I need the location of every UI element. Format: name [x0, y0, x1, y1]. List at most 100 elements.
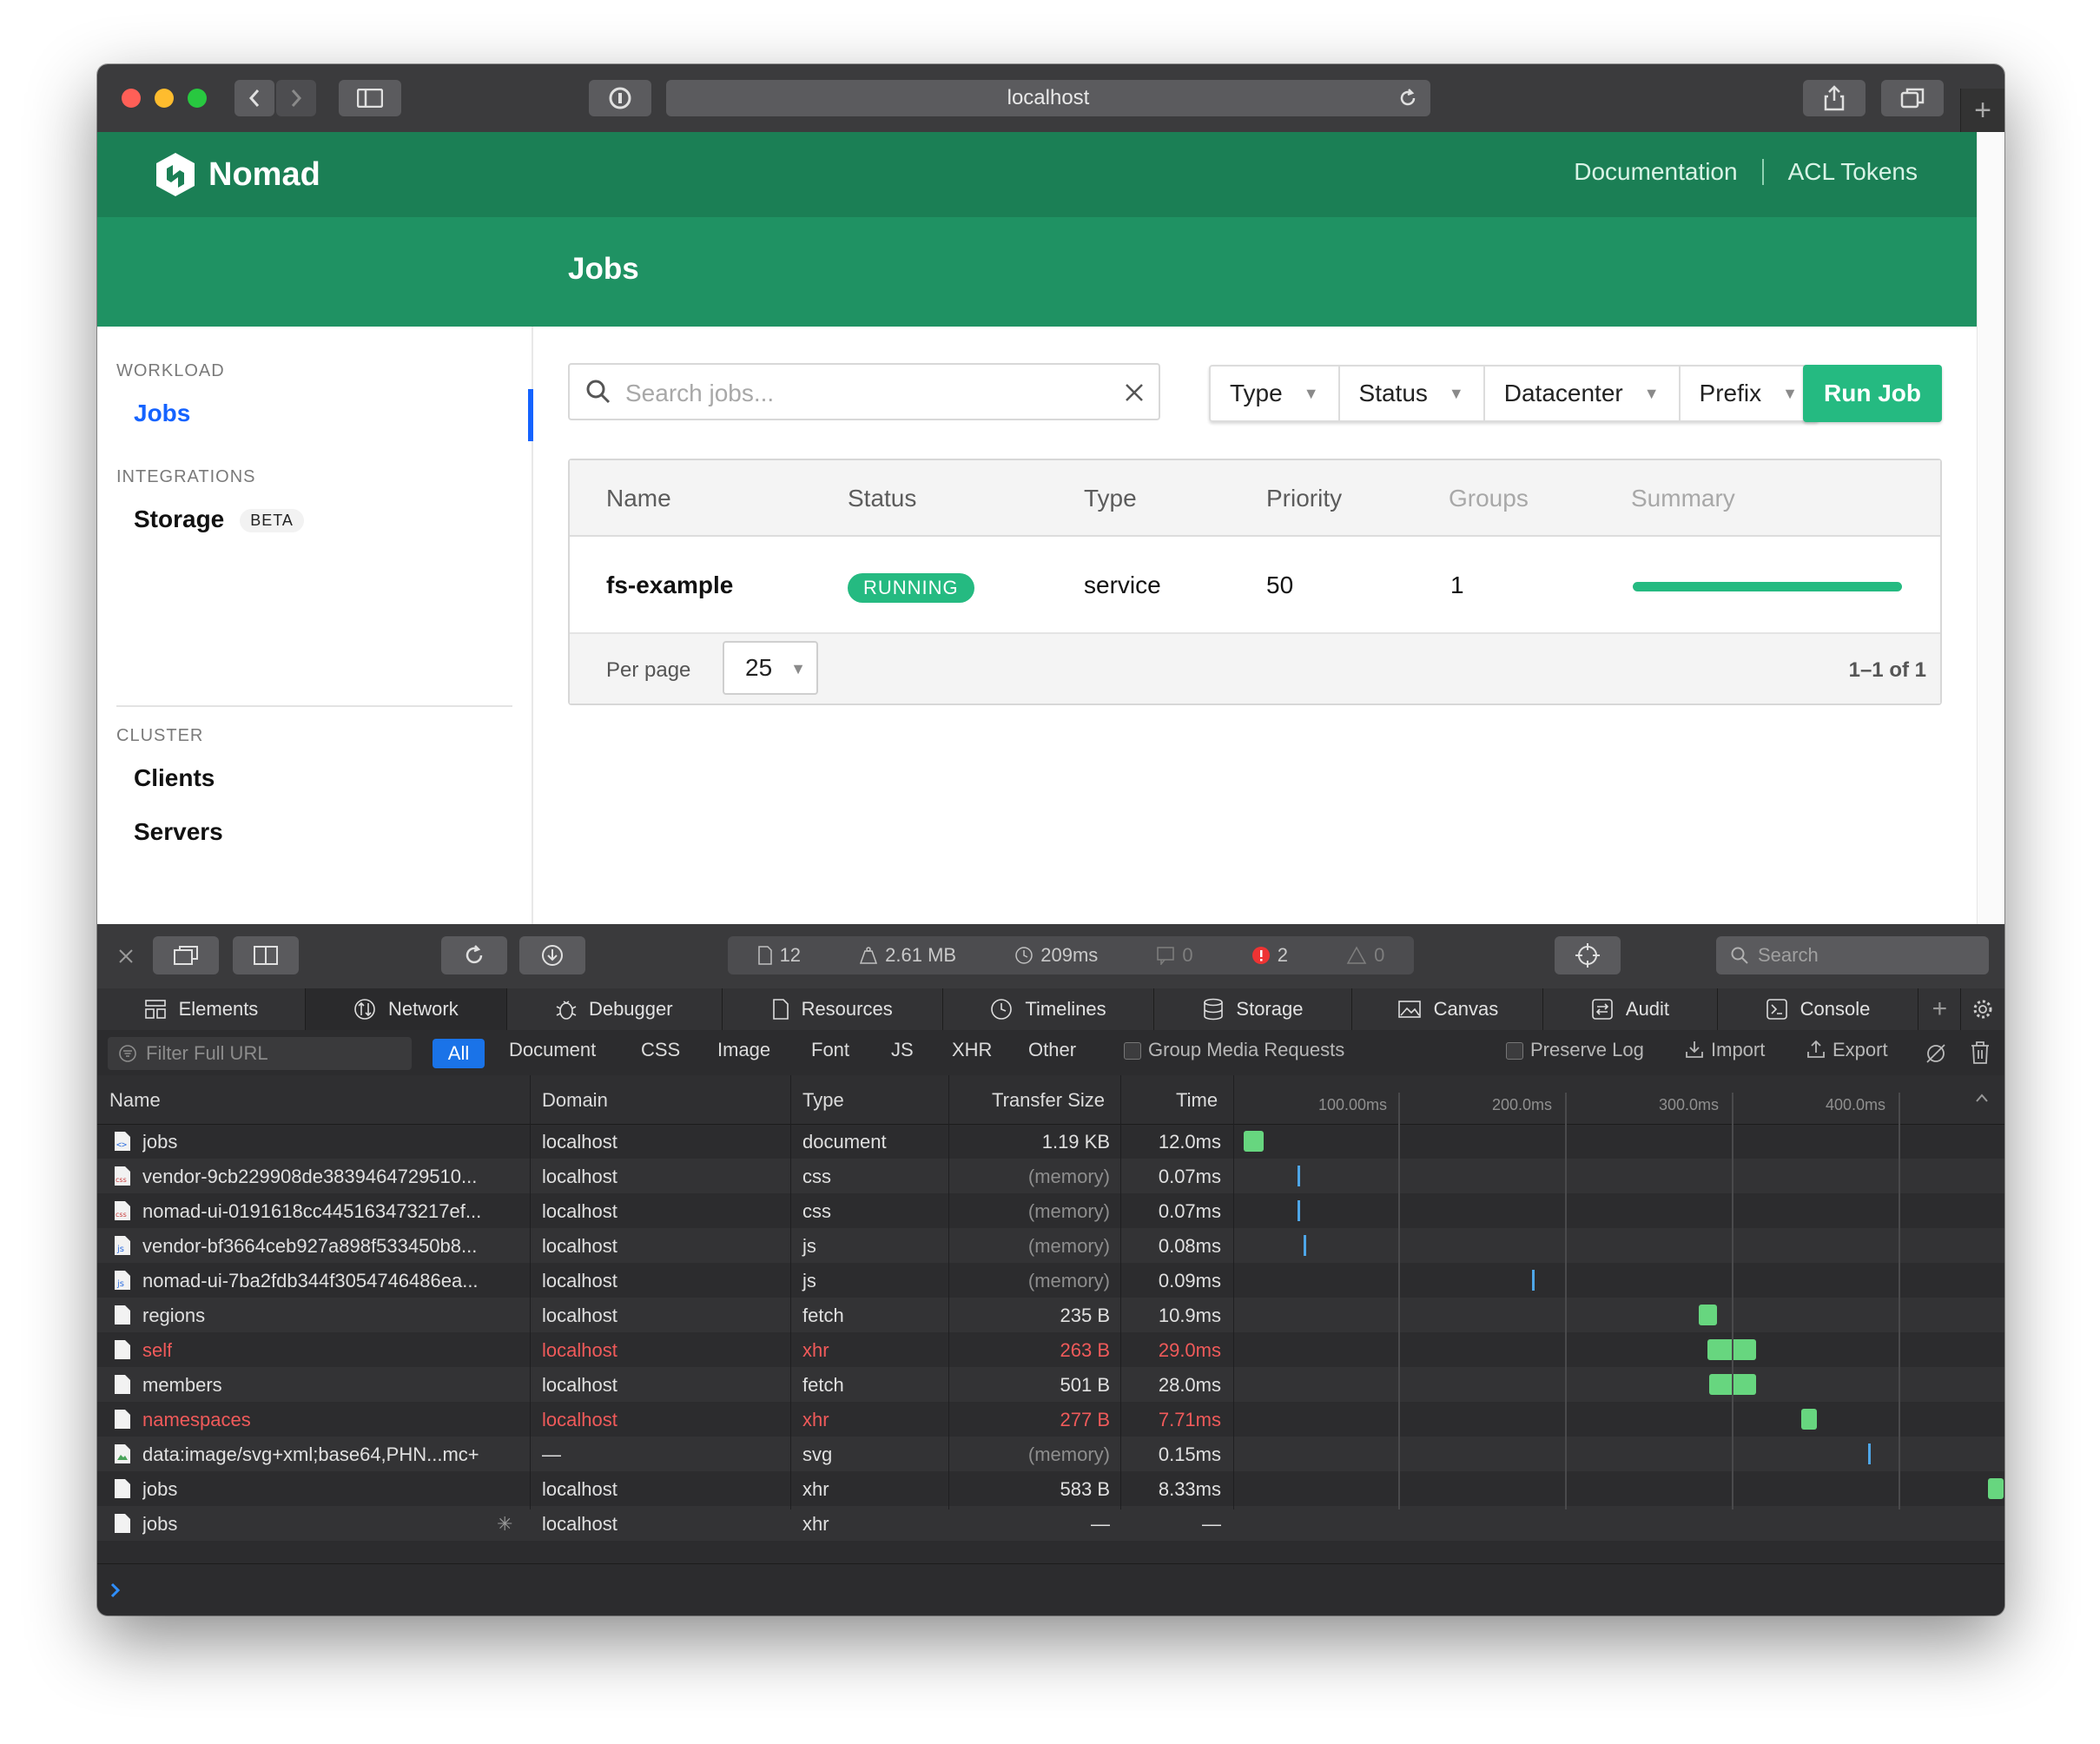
- sidebar-item-clients[interactable]: Clients: [134, 764, 215, 792]
- filter-css[interactable]: CSS: [641, 1039, 680, 1061]
- forward-button[interactable]: [276, 80, 316, 116]
- group-media-requests[interactable]: Group Media Requests: [1124, 1039, 1344, 1061]
- error-count[interactable]: 2: [1251, 944, 1288, 967]
- table-row[interactable]: js nomad-ui-7ba2fdb344f3054746486ea... loc…: [97, 1263, 2004, 1298]
- console-prompt[interactable]: [97, 1563, 2004, 1615]
- filter-all[interactable]: All: [433, 1039, 485, 1068]
- zoom-window-button[interactable]: [188, 89, 207, 108]
- table-row[interactable]: data:image/svg+xml;base64,PHN...mc+ — svg (…: [97, 1437, 2004, 1471]
- col-status[interactable]: Status: [848, 485, 916, 512]
- inspector-search[interactable]: Search: [1716, 936, 1989, 974]
- share-button[interactable]: [1803, 80, 1866, 116]
- status-badge: RUNNING: [848, 573, 974, 603]
- col-type[interactable]: Type: [802, 1089, 844, 1112]
- tab-resources[interactable]: Resources: [723, 988, 943, 1030]
- table-row[interactable]: css vendor-9cb229908de3839464729510... loc…: [97, 1159, 2004, 1193]
- clock-icon: [1015, 947, 1033, 964]
- waterfall-bar[interactable]: [1801, 1409, 1818, 1430]
- download-archive-button[interactable]: [519, 936, 585, 974]
- waterfall-bar[interactable]: [1698, 1305, 1718, 1325]
- table-row[interactable]: jobs localhost xhr 583 B 8.33ms: [97, 1471, 2004, 1506]
- col-type[interactable]: Type: [1084, 485, 1137, 512]
- waterfall-tick[interactable]: [1297, 1200, 1300, 1221]
- table-row[interactable]: namespaces localhost xhr 277 B 7.71ms: [97, 1402, 2004, 1437]
- filter-status[interactable]: Status ▼: [1340, 367, 1485, 420]
- reload-page-button[interactable]: [441, 936, 507, 974]
- preserve-log-checkbox[interactable]: [1506, 1042, 1523, 1060]
- table-row[interactable]: regions localhost fetch 235 B 10.9ms: [97, 1298, 2004, 1332]
- col-domain[interactable]: Domain: [542, 1089, 608, 1112]
- sidebar-item-servers[interactable]: Servers: [134, 818, 223, 846]
- preserve-log[interactable]: Preserve Log: [1506, 1039, 1644, 1061]
- dock-side-button[interactable]: [233, 936, 299, 974]
- settings-button[interactable]: [1961, 988, 2004, 1030]
- tab-console[interactable]: Console: [1718, 988, 1919, 1030]
- waterfall-bar[interactable]: [1243, 1131, 1264, 1152]
- group-media-checkbox[interactable]: [1124, 1042, 1141, 1060]
- close-window-button[interactable]: [122, 89, 141, 108]
- request-size: 263 B: [1060, 1339, 1111, 1361]
- filter-image[interactable]: Image: [717, 1039, 770, 1061]
- table-row[interactable]: css nomad-ui-0191618cc445163473217ef... lo…: [97, 1193, 2004, 1228]
- filter-other[interactable]: Other: [1028, 1039, 1076, 1061]
- per-page-select[interactable]: 25 ▼: [723, 641, 818, 695]
- detach-button[interactable]: [153, 936, 219, 974]
- col-name[interactable]: Name: [606, 485, 671, 512]
- waterfall-tick[interactable]: [1868, 1443, 1872, 1464]
- table-row[interactable]: fs-example RUNNING service 50 1: [570, 537, 1940, 634]
- tab-audit[interactable]: Audit: [1543, 988, 1718, 1030]
- filter-font[interactable]: Font: [811, 1039, 849, 1061]
- table-row[interactable]: members localhost fetch 501 B 28.0ms: [97, 1367, 2004, 1402]
- table-row[interactable]: js vendor-bf3664ceb927a898f533450b8... loc…: [97, 1228, 2004, 1263]
- back-button[interactable]: [234, 80, 274, 116]
- table-row[interactable]: <> jobs localhost document 1.19 KB 12.0ms: [97, 1124, 2004, 1159]
- filter-datacenter[interactable]: Datacenter ▼: [1485, 367, 1681, 420]
- col-priority[interactable]: Priority: [1266, 485, 1342, 512]
- tab-debugger[interactable]: Debugger: [507, 988, 723, 1030]
- filter-js[interactable]: JS: [891, 1039, 914, 1061]
- sidebar-item-jobs[interactable]: Jobs: [134, 400, 190, 427]
- sidebar-item-storage[interactable]: Storage BETA: [134, 505, 304, 533]
- warning-count[interactable]: 0: [1346, 944, 1384, 967]
- job-name[interactable]: fs-example: [606, 571, 733, 599]
- tab-canvas[interactable]: Canvas: [1352, 988, 1544, 1030]
- element-selection-button[interactable]: [1555, 936, 1621, 974]
- filter-type[interactable]: Type ▼: [1211, 367, 1340, 420]
- waterfall-tick[interactable]: [1304, 1235, 1307, 1256]
- page-scrollbar[interactable]: [1977, 132, 2004, 924]
- filter-document[interactable]: Document: [509, 1039, 596, 1061]
- tab-timelines[interactable]: Timelines: [943, 988, 1155, 1030]
- acl-tokens-link[interactable]: ACL Tokens: [1788, 158, 1918, 186]
- css-icon: css: [113, 1200, 132, 1221]
- url-filter-input[interactable]: Filter Full URL: [108, 1037, 412, 1070]
- file-icon: [115, 1410, 130, 1429]
- waterfall-tick[interactable]: [1532, 1270, 1535, 1291]
- address-bar[interactable]: localhost: [666, 80, 1430, 116]
- nomad-logo[interactable]: Nomad: [155, 149, 320, 200]
- tab-overview-button[interactable]: [1881, 80, 1944, 116]
- table-row[interactable]: jobs localhost xhr — — ✳: [97, 1506, 2004, 1541]
- filter-prefix[interactable]: Prefix ▼: [1681, 367, 1817, 420]
- tab-storage[interactable]: Storage: [1154, 988, 1353, 1030]
- import-button[interactable]: Import: [1685, 1039, 1765, 1061]
- new-tab-button[interactable]: +: [1918, 988, 1962, 1030]
- col-time[interactable]: Time: [1176, 1089, 1218, 1112]
- col-transfer-size[interactable]: Transfer Size: [992, 1089, 1105, 1112]
- tab-network[interactable]: Network: [305, 988, 507, 1030]
- waterfall-tick[interactable]: [1297, 1166, 1300, 1186]
- sidebar-toggle-button[interactable]: [339, 80, 401, 116]
- minimize-window-button[interactable]: [155, 89, 174, 108]
- waterfall-bar[interactable]: [1987, 1478, 2004, 1499]
- file-icon: [115, 1375, 130, 1394]
- search-input[interactable]: [624, 373, 1113, 413]
- new-tab-button[interactable]: +: [1960, 89, 2004, 132]
- col-name[interactable]: Name: [109, 1089, 161, 1112]
- password-manager-button[interactable]: [589, 80, 651, 116]
- log-count[interactable]: 0: [1156, 944, 1193, 967]
- documentation-link[interactable]: Documentation: [1574, 158, 1737, 186]
- tab-elements[interactable]: Elements: [97, 988, 306, 1030]
- export-button[interactable]: Export: [1806, 1039, 1888, 1061]
- run-job-button[interactable]: Run Job: [1803, 365, 1942, 422]
- filter-xhr[interactable]: XHR: [952, 1039, 992, 1061]
- table-row[interactable]: self localhost xhr 263 B 29.0ms: [97, 1332, 2004, 1367]
